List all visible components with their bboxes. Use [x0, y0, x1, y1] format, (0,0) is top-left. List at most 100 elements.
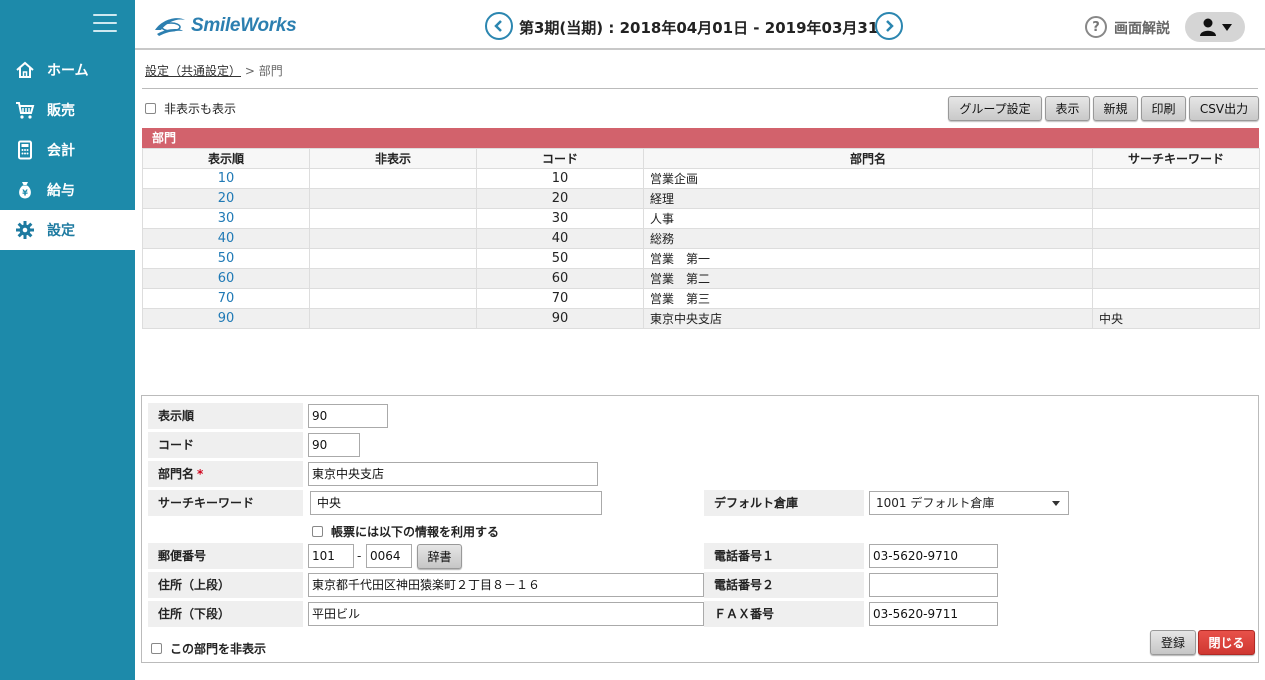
user-menu-button[interactable]: [1185, 12, 1245, 42]
sidebar-item-home[interactable]: ホーム: [0, 50, 135, 90]
name-input[interactable]: 東京中央支店: [308, 462, 598, 486]
fax-input[interactable]: 03-5620-9711: [869, 602, 998, 626]
postal-code-2-input[interactable]: 0064: [366, 544, 412, 568]
postal-code-1-input[interactable]: 101: [308, 544, 354, 568]
hidden-cell: [309, 288, 477, 309]
home-icon: [15, 60, 35, 80]
show-hidden-label: 非表示も表示: [164, 102, 237, 116]
name-cell: 人事: [643, 208, 1093, 229]
name-cell: 東京中央支店: [643, 308, 1093, 329]
keyword-cell: 中央: [1092, 308, 1260, 329]
order-link[interactable]: 10: [142, 168, 310, 189]
money-bag-icon: ¥: [15, 180, 35, 200]
order-link[interactable]: 30: [142, 208, 310, 229]
order-link[interactable]: 50: [142, 248, 310, 269]
phone1-input[interactable]: 03-5620-9710: [869, 544, 998, 568]
register-button[interactable]: 登録: [1150, 630, 1196, 655]
group-settings-button[interactable]: グループ設定: [948, 96, 1042, 121]
show-hidden-option[interactable]: 非表示も表示: [145, 100, 236, 117]
calculator-icon: [15, 140, 35, 160]
sidebar-item-label: 会計: [47, 143, 75, 159]
divider: [142, 88, 1258, 89]
hidden-cell: [309, 168, 477, 189]
use-info-label: 帳票には以下の情報を利用する: [331, 525, 500, 539]
order-link[interactable]: 70: [142, 288, 310, 309]
table-row[interactable]: 20 20 経理: [142, 188, 1260, 209]
keyword-cell: [1092, 228, 1260, 249]
code-input[interactable]: 90: [308, 433, 360, 457]
print-button[interactable]: 印刷: [1141, 96, 1186, 121]
logo-swoosh-icon: [155, 18, 185, 36]
help-link[interactable]: 画面解説: [1114, 18, 1170, 38]
code-cell: 20: [476, 188, 644, 209]
table-header-row: 表示順 非表示 コード 部門名 サーチキーワード: [142, 148, 1260, 169]
column-header-code[interactable]: コード: [476, 148, 644, 169]
accounting-period: 第3期(当期) : 2018年04月01日 - 2019年03月31日: [519, 19, 894, 37]
order-link[interactable]: 60: [142, 268, 310, 289]
column-header-name[interactable]: 部門名: [643, 148, 1093, 169]
display-button[interactable]: 表示: [1045, 96, 1090, 121]
order-label: 表示順: [148, 403, 303, 429]
breadcrumb: 設定（共通設定） > 部門: [145, 62, 283, 79]
table-row[interactable]: 70 70 営業 第三: [142, 288, 1260, 309]
code-cell: 30: [476, 208, 644, 229]
phone2-input[interactable]: [869, 573, 998, 597]
use-info-option[interactable]: 帳票には以下の情報を利用する: [312, 523, 499, 540]
table-row[interactable]: 60 60 営業 第二: [142, 268, 1260, 289]
hidden-cell: [309, 248, 477, 269]
chevron-right-icon: [886, 20, 894, 32]
table-row[interactable]: 30 30 人事: [142, 208, 1260, 229]
show-hidden-checkbox[interactable]: [145, 103, 156, 114]
logo[interactable]: SmileWorks: [153, 14, 297, 38]
close-button[interactable]: 閉じる: [1198, 630, 1255, 655]
table-row[interactable]: 90 90 東京中央支店 中央: [142, 308, 1260, 329]
sidebar-item-accounting[interactable]: 会計: [0, 130, 135, 170]
new-button[interactable]: 新規: [1093, 96, 1138, 121]
warehouse-select[interactable]: 1001 デフォルト倉庫: [869, 491, 1069, 515]
keyword-cell: [1092, 188, 1260, 209]
sidebar-item-label: 販売: [47, 103, 75, 119]
sidebar-item-sales[interactable]: 販売: [0, 90, 135, 130]
keyword-cell: [1092, 208, 1260, 229]
required-mark: *: [197, 467, 204, 481]
table-row[interactable]: 10 10 営業企画: [142, 168, 1260, 189]
sidebar-item-payroll[interactable]: ¥ 給与: [0, 170, 135, 210]
dictionary-button[interactable]: 辞書: [417, 544, 462, 569]
hamburger-menu-icon[interactable]: [93, 14, 117, 34]
warehouse-label: デフォルト倉庫: [704, 490, 864, 516]
address1-input[interactable]: 東京都千代田区神田猿楽町２丁目８－１６: [308, 573, 704, 597]
hidden-cell: [309, 268, 477, 289]
svg-text:¥: ¥: [22, 189, 28, 198]
order-link[interactable]: 20: [142, 188, 310, 209]
phone2-label: 電話番号２: [704, 572, 864, 598]
order-link[interactable]: 90: [142, 308, 310, 329]
breadcrumb-link-settings[interactable]: 設定（共通設定）: [145, 64, 241, 78]
order-link[interactable]: 40: [142, 228, 310, 249]
name-cell: 経理: [643, 188, 1093, 209]
code-cell: 50: [476, 248, 644, 269]
column-header-order[interactable]: 表示順: [142, 148, 310, 169]
caret-down-icon: [1052, 501, 1060, 506]
keyword-input[interactable]: 中央: [310, 491, 602, 515]
cart-icon: [15, 100, 35, 120]
sidebar-item-settings[interactable]: 設定: [0, 210, 135, 250]
column-header-keyword[interactable]: サーチキーワード: [1092, 148, 1260, 169]
help-icon[interactable]: ?: [1085, 16, 1107, 38]
table-row[interactable]: 40 40 総務: [142, 228, 1260, 249]
order-input[interactable]: 90: [308, 404, 388, 428]
next-period-button[interactable]: [875, 12, 903, 40]
breadcrumb-current: 部門: [258, 64, 283, 78]
keyword-cell: [1092, 168, 1260, 189]
address2-input[interactable]: 平田ビル: [308, 602, 704, 626]
name-cell: 総務: [643, 228, 1093, 249]
code-cell: 60: [476, 268, 644, 289]
column-header-hidden[interactable]: 非表示: [309, 148, 477, 169]
hide-department-checkbox[interactable]: [151, 643, 162, 654]
hide-department-option[interactable]: この部門を非表示: [151, 640, 266, 657]
use-info-checkbox[interactable]: [312, 526, 323, 537]
table-row[interactable]: 50 50 営業 第一: [142, 248, 1260, 269]
previous-period-button[interactable]: [485, 12, 513, 40]
address2-label: 住所（下段）: [148, 601, 303, 627]
hide-department-label: この部門を非表示: [170, 642, 267, 656]
csv-export-button[interactable]: CSV出力: [1189, 96, 1259, 121]
